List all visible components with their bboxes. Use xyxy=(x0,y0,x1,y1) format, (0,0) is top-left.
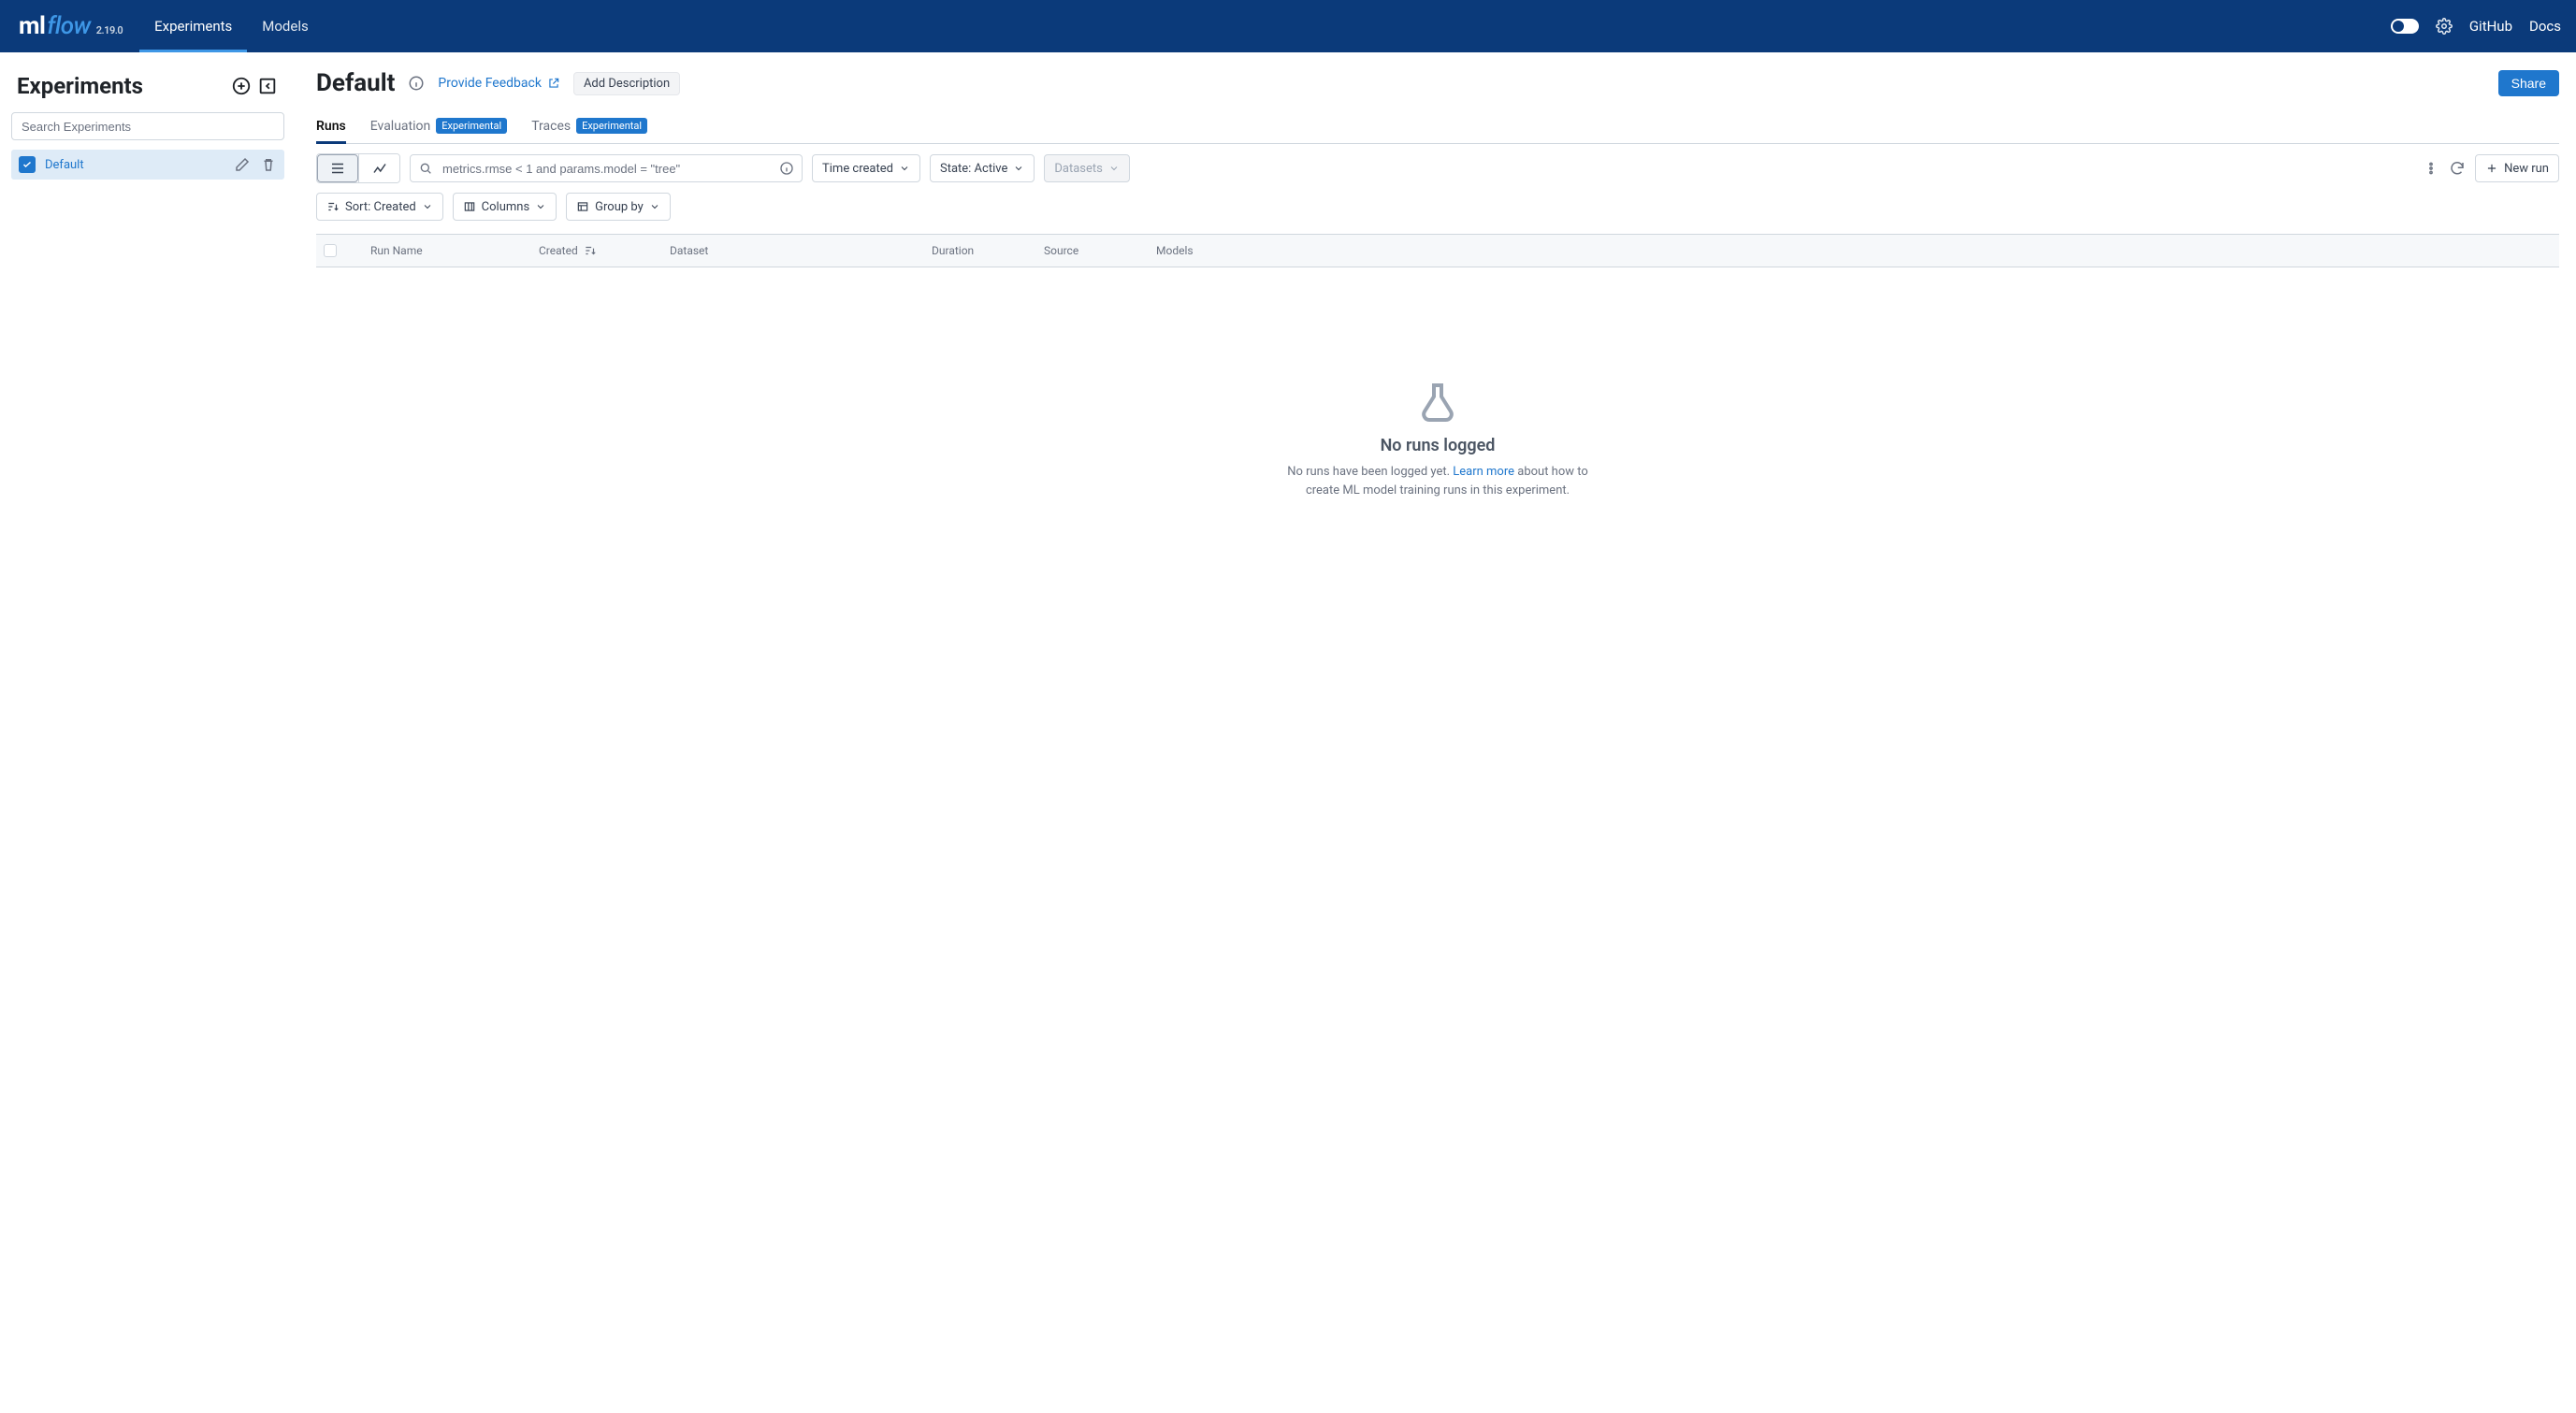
state-label: State: Active xyxy=(940,162,1007,176)
sub-tabs: Runs Evaluation Experimental Traces Expe… xyxy=(316,118,2559,144)
empty-body: No runs have been logged yet. Learn more… xyxy=(1269,463,1606,499)
logo-flow: flow xyxy=(47,12,90,40)
col-duration[interactable]: Duration xyxy=(924,244,1036,257)
theme-toggle[interactable] xyxy=(2391,19,2419,34)
external-link-icon xyxy=(547,77,560,90)
settings-icon[interactable] xyxy=(2436,18,2453,35)
add-description-button[interactable]: Add Description xyxy=(573,72,680,95)
view-toggle xyxy=(316,153,400,183)
flask-icon xyxy=(1413,380,1462,425)
experiment-name: Default xyxy=(45,158,224,172)
tab-runs-label: Runs xyxy=(316,119,346,134)
runs-table: Run Name Created Dataset Duration Source… xyxy=(316,234,2559,267)
chart-icon xyxy=(371,160,388,177)
edit-icon[interactable] xyxy=(234,156,251,173)
docs-link[interactable]: Docs xyxy=(2529,18,2561,35)
groupby-dropdown[interactable]: Group by xyxy=(566,193,671,221)
delete-icon[interactable] xyxy=(260,156,277,173)
nav-experiments-label: Experiments xyxy=(154,18,232,35)
sort-dropdown[interactable]: Sort: Created xyxy=(316,193,443,221)
groupby-label: Group by xyxy=(595,200,644,214)
chevron-down-icon xyxy=(535,201,546,212)
logo[interactable]: ml flow 2.19.0 xyxy=(19,12,123,40)
col-run-name[interactable]: Run Name xyxy=(363,244,531,257)
logo-ml: ml xyxy=(19,12,45,40)
provide-feedback-label: Provide Feedback xyxy=(438,76,542,91)
tab-traces-label: Traces xyxy=(531,119,571,134)
chevron-down-icon xyxy=(649,201,660,212)
search-experiments-input[interactable] xyxy=(11,112,284,140)
new-run-label: New run xyxy=(2504,162,2549,176)
chevron-down-icon xyxy=(899,163,910,174)
empty-title: No runs logged xyxy=(316,436,2559,455)
col-dataset[interactable]: Dataset xyxy=(662,244,924,257)
group-icon xyxy=(576,200,589,213)
sidebar-title: Experiments xyxy=(17,73,143,99)
toolbar-secondary: Sort: Created Columns Group by xyxy=(316,193,2559,221)
top-bar: ml flow 2.19.0 Experiments Models GitHub… xyxy=(0,0,2576,52)
experimental-badge: Experimental xyxy=(576,118,647,134)
new-run-button[interactable]: New run xyxy=(2475,154,2559,182)
columns-dropdown[interactable]: Columns xyxy=(453,193,557,221)
learn-more-link[interactable]: Learn more xyxy=(1453,465,1514,479)
col-created-label: Created xyxy=(539,244,578,257)
sort-desc-icon xyxy=(584,244,597,257)
info-icon[interactable] xyxy=(408,75,425,92)
columns-icon xyxy=(463,200,476,213)
empty-state: No runs logged No runs have been logged … xyxy=(316,380,2559,499)
page-title: Default xyxy=(316,69,395,97)
columns-label: Columns xyxy=(482,200,530,214)
list-view-button[interactable] xyxy=(317,154,358,182)
chevron-down-icon xyxy=(1108,163,1120,174)
github-link[interactable]: GitHub xyxy=(2469,18,2512,35)
list-icon xyxy=(329,160,346,177)
primary-nav: Experiments Models xyxy=(139,0,324,52)
table-header: Run Name Created Dataset Duration Source… xyxy=(316,235,2559,267)
experiment-item-default[interactable]: Default xyxy=(11,150,284,180)
state-dropdown[interactable]: State: Active xyxy=(930,154,1035,182)
provide-feedback-link[interactable]: Provide Feedback xyxy=(438,76,560,91)
collapse-sidebar-icon[interactable] xyxy=(256,75,279,97)
experimental-badge: Experimental xyxy=(436,118,507,134)
plus-icon xyxy=(2485,162,2498,175)
chart-view-button[interactable] xyxy=(358,154,399,182)
datasets-dropdown: Datasets xyxy=(1044,154,1130,182)
tab-evaluation-label: Evaluation xyxy=(370,119,431,134)
share-button[interactable]: Share xyxy=(2498,70,2559,96)
col-source[interactable]: Source xyxy=(1036,244,1149,257)
nav-models-label: Models xyxy=(262,18,308,35)
toolbar: Time created State: Active Datasets xyxy=(316,153,2559,183)
sidebar: Experiments Default xyxy=(0,52,296,1413)
nav-models[interactable]: Models xyxy=(247,0,323,52)
nav-experiments[interactable]: Experiments xyxy=(139,0,247,52)
app-version: 2.19.0 xyxy=(96,24,123,36)
tab-traces[interactable]: Traces Experimental xyxy=(531,118,647,143)
query-input[interactable] xyxy=(441,161,772,177)
info-icon[interactable] xyxy=(779,161,794,176)
sort-icon xyxy=(326,200,340,213)
experiment-checkbox[interactable] xyxy=(19,156,36,173)
more-icon[interactable] xyxy=(2423,160,2439,177)
main-content: Default Provide Feedback Add Description… xyxy=(296,52,2576,1413)
search-icon xyxy=(418,161,433,176)
datasets-label: Datasets xyxy=(1054,162,1103,176)
time-created-dropdown[interactable]: Time created xyxy=(812,154,920,182)
tab-evaluation[interactable]: Evaluation Experimental xyxy=(370,118,507,143)
tab-runs[interactable]: Runs xyxy=(316,118,346,143)
query-input-wrap[interactable] xyxy=(410,154,803,182)
col-created[interactable]: Created xyxy=(531,244,662,257)
select-all-checkbox[interactable] xyxy=(324,244,337,257)
time-created-label: Time created xyxy=(822,162,893,176)
add-experiment-icon[interactable] xyxy=(230,75,253,97)
refresh-icon[interactable] xyxy=(2449,160,2466,177)
chevron-down-icon xyxy=(1013,163,1024,174)
sort-label: Sort: Created xyxy=(345,200,416,214)
empty-text-before: No runs have been logged yet. xyxy=(1287,465,1453,479)
col-models[interactable]: Models xyxy=(1149,244,2559,257)
chevron-down-icon xyxy=(422,201,433,212)
